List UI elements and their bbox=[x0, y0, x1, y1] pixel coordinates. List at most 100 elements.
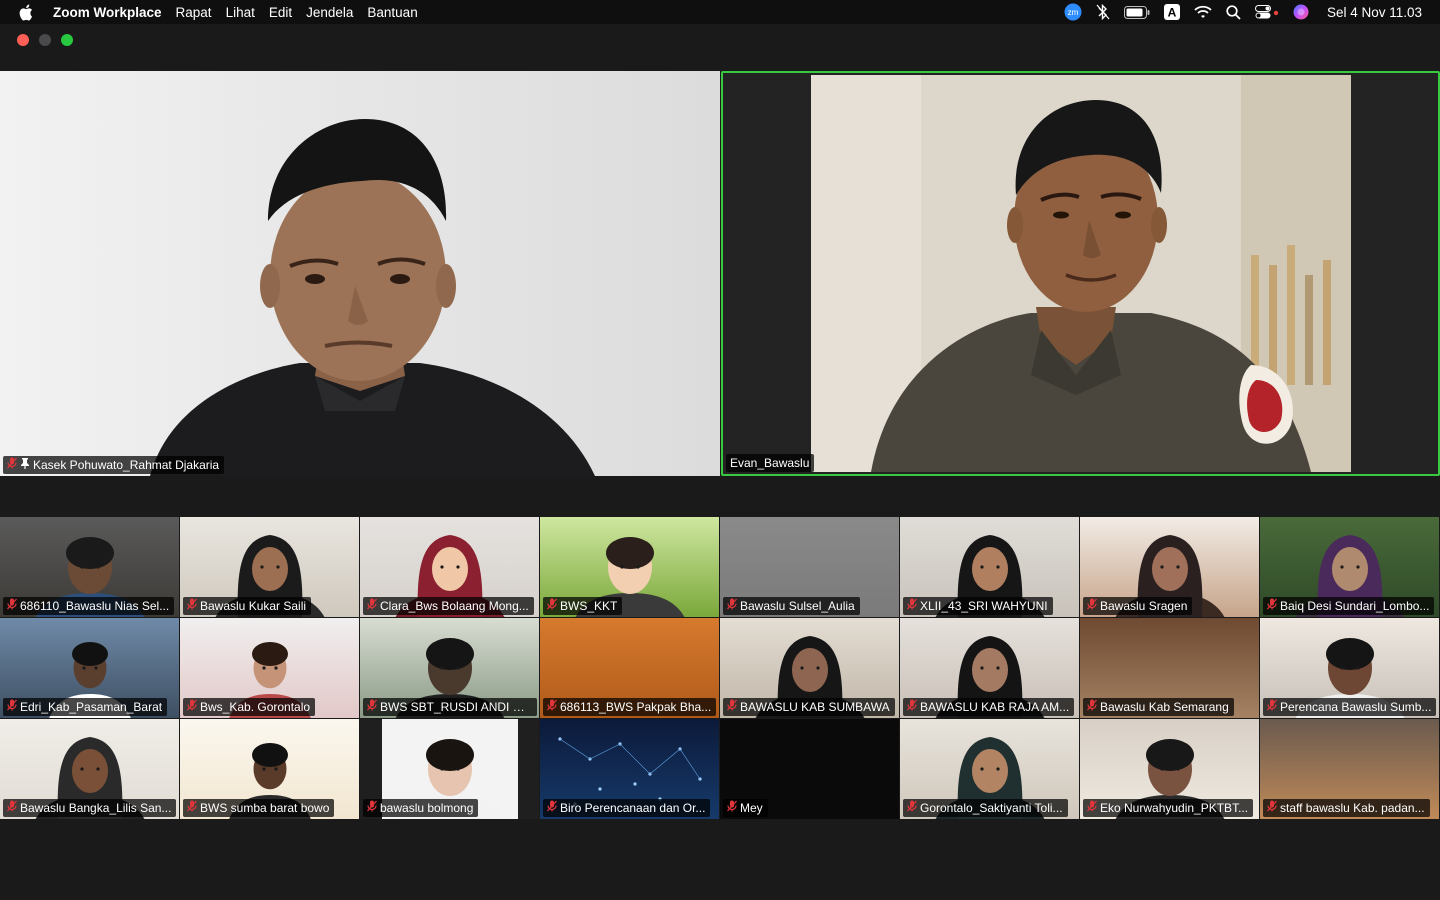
meeting-stage: Kasek Pohuwato_Rahmat Djakaria Evan_Bawa… bbox=[0, 64, 1440, 900]
microphone-muted-icon bbox=[1267, 597, 1277, 615]
microphone-muted-icon bbox=[1087, 597, 1097, 615]
participant-name: BWS_KKT bbox=[560, 599, 618, 613]
microphone-muted-icon bbox=[547, 799, 557, 817]
participant-name: Bws_Kab. Gorontalo bbox=[200, 700, 311, 714]
participant-tile[interactable]: 686110_Bawaslu Nias Sel... bbox=[0, 517, 180, 618]
participant-tile[interactable]: Bawaslu Sragen bbox=[1080, 517, 1260, 618]
participant-tile[interactable]: bawaslu bolmong bbox=[360, 719, 540, 820]
participant-name: Eko Nurwahyudin_PKTBT... bbox=[1100, 801, 1249, 815]
participant-name: Edri_Kab_Pasaman_Barat bbox=[20, 700, 163, 714]
microphone-muted-icon bbox=[367, 698, 377, 716]
participant-tile[interactable]: Mey bbox=[720, 719, 900, 820]
apple-logo-icon[interactable] bbox=[18, 4, 38, 21]
menu-lihat[interactable]: Lihat bbox=[226, 5, 255, 20]
microphone-muted-icon bbox=[7, 799, 17, 817]
participant-tile[interactable]: Biro Perencanaan dan Or... bbox=[540, 719, 720, 820]
microphone-muted-icon bbox=[1267, 799, 1277, 817]
siri-icon[interactable] bbox=[1293, 0, 1309, 24]
participant-name: Bawaslu Sragen bbox=[1100, 599, 1188, 613]
microphone-muted-icon bbox=[187, 597, 197, 615]
microphone-muted-icon bbox=[7, 597, 17, 615]
menu-app-name[interactable]: Zoom Workplace bbox=[53, 5, 162, 20]
microphone-muted-icon bbox=[367, 597, 377, 615]
speaker-tile-right[interactable]: Evan_Bawaslu bbox=[721, 71, 1440, 476]
microphone-muted-icon bbox=[727, 597, 737, 615]
participant-name-label: Bawaslu Bangka_Lilis San... bbox=[3, 799, 177, 817]
participant-name: Perencana Bawaslu Sumb... bbox=[1280, 700, 1432, 714]
participant-tile[interactable]: Perencana Bawaslu Sumb... bbox=[1260, 618, 1440, 719]
input-source-icon[interactable]: A bbox=[1163, 0, 1180, 24]
participant-tile[interactable]: Bawaslu Kukar Saili bbox=[180, 517, 360, 618]
participant-video bbox=[811, 75, 1351, 472]
participant-name-label: Bawaslu Sragen bbox=[1083, 597, 1193, 615]
participant-name-label: Kasek Pohuwato_Rahmat Djakaria bbox=[3, 456, 225, 474]
participant-name-label: Gorontalo_Saktiyanti Toli... bbox=[903, 799, 1068, 817]
participant-name: Bawaslu Kab Semarang bbox=[1100, 700, 1229, 714]
participant-tile[interactable]: BWS sumba barat bowo bbox=[180, 719, 360, 820]
participant-tile[interactable]: BWS_KKT bbox=[540, 517, 720, 618]
microphone-muted-icon bbox=[727, 698, 737, 716]
participant-tile[interactable]: BAWASLU KAB RAJA AM... bbox=[900, 618, 1080, 719]
window-minimize-button[interactable] bbox=[39, 34, 51, 46]
participant-name: 686110_Bawaslu Nias Sel... bbox=[20, 599, 170, 613]
speaker-tile-left[interactable]: Kasek Pohuwato_Rahmat Djakaria bbox=[0, 71, 720, 476]
participant-tile[interactable]: 686113_BWS Pakpak Bha... bbox=[540, 618, 720, 719]
participant-name: 686113_BWS Pakpak Bha... bbox=[560, 700, 712, 714]
pin-icon bbox=[20, 456, 30, 474]
participant-name-label: staff bawaslu Kab. padan... bbox=[1263, 799, 1430, 817]
microphone-muted-icon bbox=[7, 456, 17, 474]
microphone-muted-icon bbox=[1087, 799, 1097, 817]
participant-name-label: bawaslu bolmong bbox=[363, 799, 479, 817]
window-titlebar bbox=[0, 24, 1440, 64]
participant-tile[interactable]: Clara_Bws Bolaang Mong... bbox=[360, 517, 540, 618]
participant-name: Evan_Bawaslu bbox=[730, 456, 810, 470]
spotlight-icon[interactable] bbox=[1226, 0, 1241, 24]
participant-tile[interactable]: staff bawaslu Kab. padan... bbox=[1260, 719, 1440, 820]
participant-name: XLII_43_SRI WAHYUNI bbox=[920, 599, 1048, 613]
participant-name-label: BAWASLU KAB SUMBAWA bbox=[723, 698, 895, 716]
menubar-clock[interactable]: Sel 4 Nov 11.03 bbox=[1327, 5, 1422, 20]
participant-video bbox=[0, 71, 720, 476]
control-center-icon[interactable] bbox=[1254, 0, 1279, 24]
menu-jendela[interactable]: Jendela bbox=[306, 5, 353, 20]
participant-tile[interactable]: BAWASLU KAB SUMBAWA bbox=[720, 618, 900, 719]
menu-bar: Zoom Workplace Rapat Lihat Edit Jendela … bbox=[0, 0, 1440, 24]
participant-name: Kasek Pohuwato_Rahmat Djakaria bbox=[33, 458, 220, 472]
participant-name: Biro Perencanaan dan Or... bbox=[560, 801, 706, 815]
zoom-icon[interactable]: zm bbox=[1064, 0, 1082, 24]
participant-tile[interactable]: Edri_Kab_Pasaman_Barat bbox=[0, 618, 180, 719]
participant-name-label: Evan_Bawaslu bbox=[726, 454, 815, 472]
svg-text:A: A bbox=[1168, 6, 1177, 20]
participant-name: Bawaslu Sulsel_Aulia bbox=[740, 599, 855, 613]
window-fullscreen-button[interactable] bbox=[61, 34, 73, 46]
participant-tile[interactable]: Bawaslu Bangka_Lilis San... bbox=[0, 719, 180, 820]
participant-tile[interactable]: Gorontalo_Saktiyanti Toli... bbox=[900, 719, 1080, 820]
participant-name: Baiq Desi Sundari_Lombo... bbox=[1280, 599, 1430, 613]
participant-name-label: Bawaslu Kab Semarang bbox=[1083, 698, 1234, 716]
participant-name-label: XLII_43_SRI WAHYUNI bbox=[903, 597, 1053, 615]
window-close-button[interactable] bbox=[17, 34, 29, 46]
bluetooth-icon[interactable] bbox=[1096, 0, 1110, 24]
participant-tile[interactable]: Bawaslu Kab Semarang bbox=[1080, 618, 1260, 719]
participant-name: BAWASLU KAB RAJA AM... bbox=[920, 700, 1070, 714]
microphone-muted-icon bbox=[1267, 698, 1277, 716]
participant-tile[interactable]: XLII_43_SRI WAHYUNI bbox=[900, 517, 1080, 618]
participant-name-label: Bawaslu Kukar Saili bbox=[183, 597, 312, 615]
participant-tile[interactable]: Baiq Desi Sundari_Lombo... bbox=[1260, 517, 1440, 618]
participant-tile[interactable]: Eko Nurwahyudin_PKTBT... bbox=[1080, 719, 1260, 820]
participant-tile[interactable]: BWS SBT_RUSDI ANDI O... bbox=[360, 618, 540, 719]
microphone-muted-icon bbox=[907, 597, 917, 615]
participant-name-label: Edri_Kab_Pasaman_Barat bbox=[3, 698, 168, 716]
participant-tile[interactable]: Bws_Kab. Gorontalo bbox=[180, 618, 360, 719]
participant-name-label: 686113_BWS Pakpak Bha... bbox=[543, 698, 717, 716]
participant-name-label: 686110_Bawaslu Nias Sel... bbox=[3, 597, 175, 615]
menu-edit[interactable]: Edit bbox=[269, 5, 292, 20]
battery-icon[interactable] bbox=[1123, 0, 1150, 24]
participant-tile[interactable]: Bawaslu Sulsel_Aulia bbox=[720, 517, 900, 618]
menu-rapat[interactable]: Rapat bbox=[176, 5, 212, 20]
participant-name: BAWASLU KAB SUMBAWA bbox=[740, 700, 890, 714]
menu-bantuan[interactable]: Bantuan bbox=[367, 5, 417, 20]
microphone-muted-icon bbox=[367, 799, 377, 817]
participant-name: BWS SBT_RUSDI ANDI O... bbox=[380, 700, 532, 714]
wifi-icon[interactable] bbox=[1194, 0, 1212, 24]
